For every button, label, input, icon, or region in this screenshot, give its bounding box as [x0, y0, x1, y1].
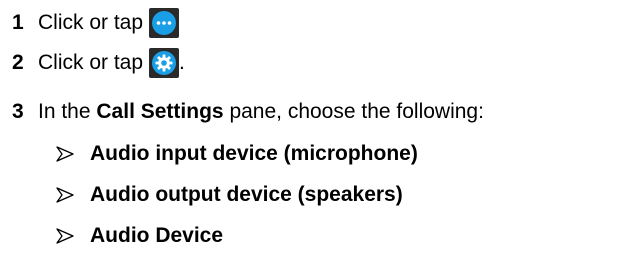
settings-gear-icon — [149, 48, 180, 78]
step-text: Click or tap — [38, 8, 180, 38]
step-3: 3 In the Call Settings pane, choose the … — [12, 100, 484, 124]
call-settings-label: Call Settings — [96, 100, 224, 123]
more-options-icon — [149, 8, 180, 38]
option-item: Audio output device (speakers) — [56, 183, 403, 207]
step-text: Click or tap . — [38, 48, 185, 78]
step-text-before: Click or tap — [38, 11, 144, 34]
step-1: 1 Click or tap — [12, 8, 180, 38]
arrow-bullet-icon — [56, 224, 90, 248]
step-number: 1 — [12, 11, 24, 34]
option-label: Audio Device — [90, 224, 224, 247]
step-number: 2 — [12, 51, 24, 74]
step-text-after: . — [179, 51, 185, 74]
step-2: 2 Click or tap . — [12, 48, 185, 78]
option-label: Audio output device (speakers) — [90, 183, 403, 206]
step-text-before: Click or tap — [38, 51, 144, 74]
step-text-before: In the — [38, 100, 91, 123]
arrow-bullet-icon — [56, 142, 90, 166]
option-item: Audio input device (microphone) — [56, 142, 418, 166]
step-text-after: pane, choose the following: — [229, 100, 484, 123]
step-number: 3 — [12, 100, 24, 123]
arrow-bullet-icon — [56, 183, 90, 207]
option-label: Audio input device (microphone) — [90, 142, 418, 165]
step-text: In the Call Settings pane, choose the fo… — [38, 100, 484, 124]
option-item: Audio Device — [56, 224, 223, 248]
